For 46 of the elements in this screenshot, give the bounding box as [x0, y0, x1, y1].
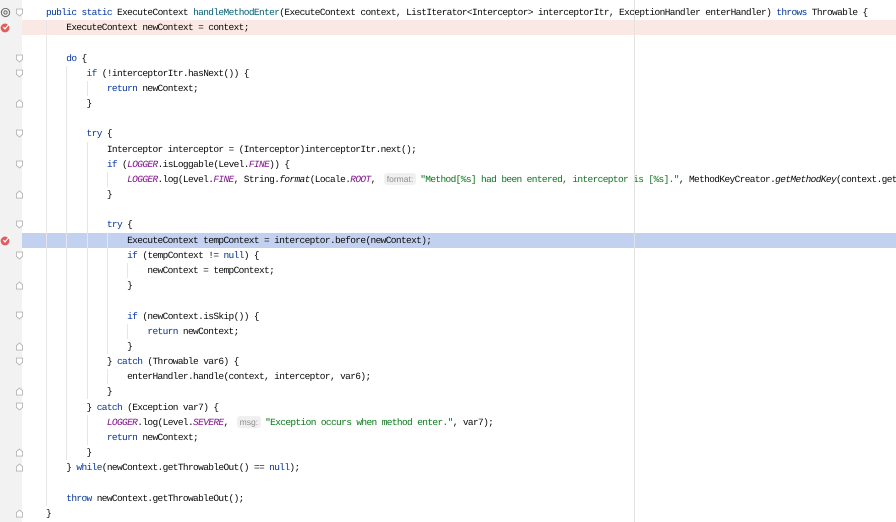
breakpoint-icon[interactable]	[0, 234, 11, 246]
code-text: "Exception occurs when method enter.", var7);	[265, 416, 494, 428]
fold-marker-icon[interactable]	[16, 160, 23, 169]
code-text: try {	[106, 219, 132, 230]
code-text: throw newContext.getThrowableOut();	[66, 492, 244, 504]
fold-marker-icon[interactable]	[16, 129, 23, 138]
code-text: ExecuteContext tempContext = interceptor.before(newContext);	[127, 234, 432, 246]
code-text: } catch (Exception var7) {	[86, 402, 218, 413]
code-text: if (!interceptorItr.hasNext()) {	[86, 68, 249, 79]
code-text: }	[46, 508, 52, 519]
code-text: LOGGER.log(Level.SEVERE,	[106, 416, 230, 428]
fold-marker-icon[interactable]	[16, 8, 23, 17]
fold-marker-icon[interactable]	[16, 356, 23, 366]
fold-marker-icon[interactable]	[16, 220, 23, 230]
code-text: } while(newContext.getThrowableOut() == null);	[66, 462, 300, 474]
code-text: public static ExecuteContext handleMethodEnter(ExecuteContext context, ListIterator<Interceptor> interceptorItr, ExceptionHandler enterHandler) throws Throwable {	[46, 7, 868, 18]
code-text: return newContext;	[147, 326, 239, 337]
parameter-hint: format:	[384, 173, 416, 186]
parameter-hint: msg:	[236, 416, 262, 428]
code-text: }	[106, 386, 112, 398]
code-text: return newContext;	[106, 82, 198, 94]
fold-marker-icon[interactable]	[16, 311, 23, 320]
code-text: if (newContext.isSkip()) {	[127, 310, 259, 322]
code-text: ExecuteContext newContext = context;	[66, 22, 249, 34]
code-text: return newContext;	[106, 432, 198, 443]
fold-marker-icon[interactable]	[16, 54, 23, 63]
code-text: enterHandler.handle(context, interceptor, var6);	[127, 371, 371, 382]
code-text: }	[127, 280, 132, 292]
code-text: Interceptor interceptor = (Interceptor)interceptorItr.next();	[106, 144, 416, 155]
fold-marker-icon[interactable]	[16, 68, 23, 78]
code-text: newContext = tempContext;	[147, 265, 274, 276]
code-text: }	[86, 98, 92, 110]
fold-marker-icon[interactable]	[16, 250, 23, 260]
code-text: } catch (Throwable var6) {	[106, 356, 239, 368]
override-marker-icon[interactable]	[0, 7, 11, 18]
breakpoint-icon[interactable]	[0, 22, 11, 34]
code-text: }	[127, 340, 132, 352]
code-text: }	[86, 447, 92, 458]
code-text: "Method[%s] had been entered, interceptor is [%s].", MethodKeyCreator.getMethodKey(context.get	[420, 174, 896, 185]
code-text: try {	[86, 128, 112, 140]
code-text: do {	[66, 52, 87, 64]
code-text: LOGGER.log(Level.FINE, String.format(Locale.ROOT,	[127, 174, 377, 185]
code-text: if (tempContext != null) {	[127, 250, 259, 261]
fold-marker-icon[interactable]	[16, 402, 23, 412]
code-text: }	[106, 189, 112, 200]
code-text: if (LOGGER.isLoggable(Level.FINE)) {	[106, 158, 290, 170]
